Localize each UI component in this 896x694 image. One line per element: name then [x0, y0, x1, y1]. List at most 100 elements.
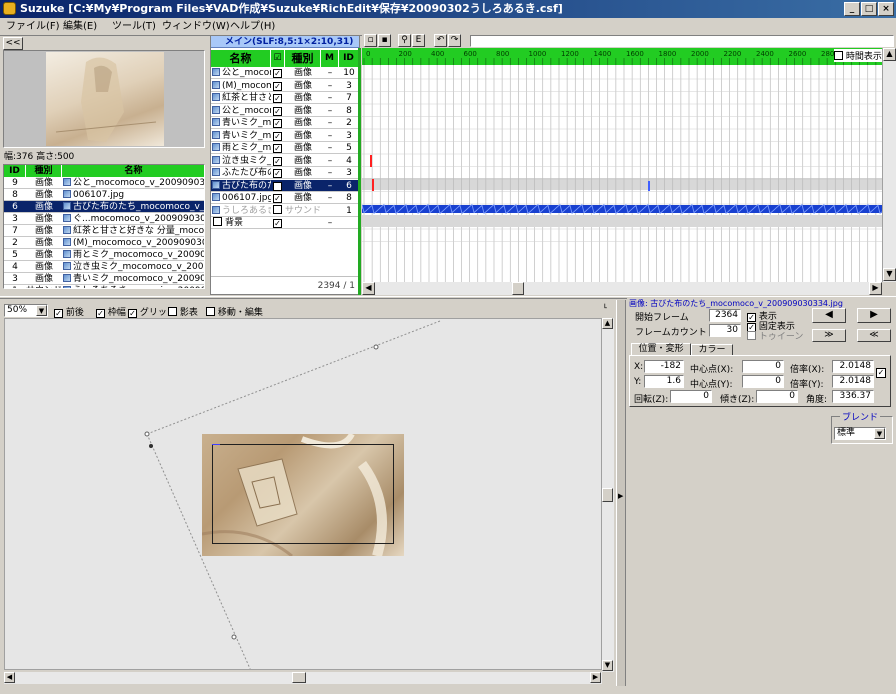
cx-input[interactable]: 0 [742, 360, 784, 373]
asset-row[interactable]: 3 画像 青いミク_mocomoco_v_200909030 [4, 273, 204, 285]
vscroll-down-icon[interactable]: ▼ [883, 268, 896, 281]
canvas-option[interactable]: 影表 [168, 305, 198, 318]
last-frame-button[interactable]: ≫ [812, 329, 846, 342]
hscroll-right-icon[interactable]: ▶ [869, 282, 882, 295]
layer-visible-cell[interactable]: ✓ [273, 167, 285, 179]
timeline-area[interactable]: 0 200 400 600 800 1000 1200 1400 1600 1800 2000 220… [362, 48, 882, 282]
close-button[interactable]: × [878, 2, 894, 16]
canvas-option-checkbox[interactable] [206, 307, 215, 316]
time-display-toggle[interactable]: 時間表示 [834, 49, 882, 62]
layer-visible-checkbox[interactable]: ✓ [273, 94, 282, 103]
zoom-icon[interactable]: ⚲ [398, 34, 411, 47]
layer-visible-cell[interactable]: ✓ [273, 155, 285, 167]
hscroll-left-icon[interactable]: ◀ [362, 282, 375, 295]
col-type[interactable]: 種別 [26, 165, 62, 177]
splitter-arrow-icon[interactable]: ▶ [618, 492, 623, 500]
layer-divider[interactable] [358, 48, 361, 295]
menu-file[interactable]: ファイル(F) [6, 20, 60, 34]
layer-row[interactable]: うしろあるき サウンド 1 [211, 204, 359, 217]
layer-visible-checkbox[interactable]: ✓ [273, 194, 282, 203]
blend-select[interactable]: 標準 ▼ [834, 427, 886, 440]
vscroll-up-icon[interactable]: ▲ [883, 48, 896, 61]
layer-row[interactable]: 背景 ✓ – [211, 217, 359, 229]
canvas-hscroll-right-icon[interactable]: ▶ [590, 672, 601, 683]
save-icon[interactable]: ▪ [378, 34, 391, 47]
layer-visible-checkbox[interactable]: ✓ [273, 106, 282, 116]
layer-visible-cell[interactable]: ✓ [273, 67, 285, 79]
layer-visible-checkbox[interactable]: ✓ [273, 69, 282, 78]
chk-tween[interactable]: トゥイーン [747, 329, 803, 342]
menu-tools[interactable]: ツール(T) [112, 20, 156, 34]
canvas-option-checkbox[interactable]: ✓ [54, 309, 63, 318]
canvas-hscroll-left-icon[interactable]: ◀ [4, 672, 15, 683]
canvas-option-checkbox[interactable] [168, 307, 177, 316]
canvas-option[interactable]: 移動・編集 [206, 305, 263, 318]
minimize-button[interactable]: _ [844, 2, 860, 16]
canvas-vscroll[interactable]: ▲ ▼ [602, 318, 614, 672]
app-icon[interactable] [3, 2, 16, 15]
maximize-button[interactable]: □ [861, 2, 877, 16]
layer-visible-checkbox[interactable]: ✓ [273, 181, 282, 191]
layer-visible-checkbox[interactable]: ✓ [273, 169, 282, 178]
y-input[interactable]: 1.6 [644, 375, 684, 388]
layer-col-type[interactable]: 種別 [285, 50, 321, 67]
layer-visible-cell[interactable]: ✓ [273, 105, 285, 117]
first-frame-button[interactable]: ≪ [857, 329, 891, 342]
layer-row[interactable]: 006107.jpg ✓ 画像 – 8 [211, 192, 359, 204]
layer-row[interactable]: 青いミク_moc✓ 画像 – 3 [211, 130, 359, 142]
layer-row[interactable]: 公と_mocom✓ 画像 –10 [211, 67, 359, 79]
cy-input[interactable]: 0 [742, 375, 784, 388]
layer-visible-cell[interactable]: ✓ [273, 130, 285, 142]
angle-input[interactable]: 336.37 [832, 390, 874, 403]
canvas-vscroll-up-icon[interactable]: ▲ [602, 318, 613, 329]
layer-visible-cell[interactable] [273, 204, 285, 217]
layer-col-check[interactable]: ☑ [271, 50, 285, 67]
x-input[interactable]: -182 [644, 360, 684, 373]
layer-visible-cell[interactable]: ✓ [273, 142, 285, 154]
asset-row[interactable]: 6 画像 古びた布のたち_mocomoco_v_200 [4, 201, 204, 213]
menu-window[interactable]: ウィンドウ(W) [162, 20, 230, 34]
layer-visible-cell[interactable]: ✓ [273, 92, 285, 104]
col-name[interactable]: 名称 [62, 165, 204, 177]
asset-row[interactable]: 8 画像 006107.jpg [4, 189, 204, 201]
canvas-option-checkbox[interactable]: ✓ [128, 309, 137, 318]
prev-frame-button[interactable]: ◀ [812, 308, 846, 323]
layer-col-name[interactable]: 名称 [211, 50, 271, 67]
layer-row[interactable]: 泣き虫ミク_mo✓ 画像 – 4 [211, 155, 359, 167]
col-id[interactable]: ID [4, 165, 26, 177]
canvas-vscroll-down-icon[interactable]: ▼ [602, 660, 613, 671]
canvas-option[interactable]: ✓ 前後 [54, 305, 84, 318]
canvas-option[interactable]: ✓ 枠幅 [96, 305, 126, 318]
layer-col-id[interactable]: ID [339, 50, 359, 67]
frame-count-input[interactable]: 30 [709, 324, 741, 337]
layer-row[interactable]: 古びた布のた ✓ 画像 – 6 [211, 179, 359, 192]
menu-edit[interactable]: 編集(E) [63, 20, 97, 34]
asset-row[interactable]: 7 画像 紅茶と甘さと好きな 分量_mocomoco [4, 225, 204, 237]
selection-frame[interactable] [212, 444, 394, 544]
layer-visible-checkbox[interactable] [273, 204, 282, 214]
asset-row[interactable]: 2 画像 (M)_mocomoco_v_200909030329.jpg [4, 237, 204, 249]
background-checkbox[interactable] [213, 217, 222, 226]
timeline-vscroll[interactable]: ▲ ▼ [882, 48, 896, 282]
zoom-dropdown-icon[interactable]: ▼ [36, 305, 47, 316]
timeline-grid[interactable]: 0 200 400 600 800 1000 1200 1400 1600 1800 2000 220… [362, 48, 882, 282]
layer-visible-checkbox[interactable]: ✓ [273, 81, 282, 91]
layer-row[interactable]: 公と_mocom✓ 画像 – 8 [211, 105, 359, 117]
layer-visible-cell[interactable]: ✓ [273, 192, 285, 204]
timeline-position-bar[interactable] [470, 35, 894, 47]
canvas-vscroll-thumb[interactable] [602, 488, 613, 502]
asset-row[interactable]: 4 画像 泣き虫ミク_mocomoco_v_200909030 [4, 261, 204, 273]
blend-dropdown-icon[interactable]: ▼ [874, 428, 885, 439]
layer-visible-checkbox[interactable]: ✓ [273, 131, 282, 141]
layer-visible-checkbox[interactable]: ✓ [273, 144, 282, 153]
edit-icon[interactable]: E [412, 34, 425, 47]
new-doc-icon[interactable]: ▫ [364, 34, 377, 47]
layer-row[interactable]: 紅茶と甘さと ✓ 画像 – 7 [211, 92, 359, 104]
hscroll-thumb[interactable] [512, 282, 524, 295]
canvas[interactable] [4, 318, 602, 670]
time-display-checkbox[interactable] [834, 51, 843, 60]
asset-row[interactable]: 1サウンド うしろあるき_yumarise_20090302 [4, 285, 204, 288]
vertical-splitter[interactable]: ▶ [616, 300, 626, 686]
canvas-hscroll[interactable]: ◀ ▶ [4, 672, 602, 684]
asset-row[interactable]: 5 画像 雨とミク_mocomoco_v_200909030 [4, 249, 204, 261]
